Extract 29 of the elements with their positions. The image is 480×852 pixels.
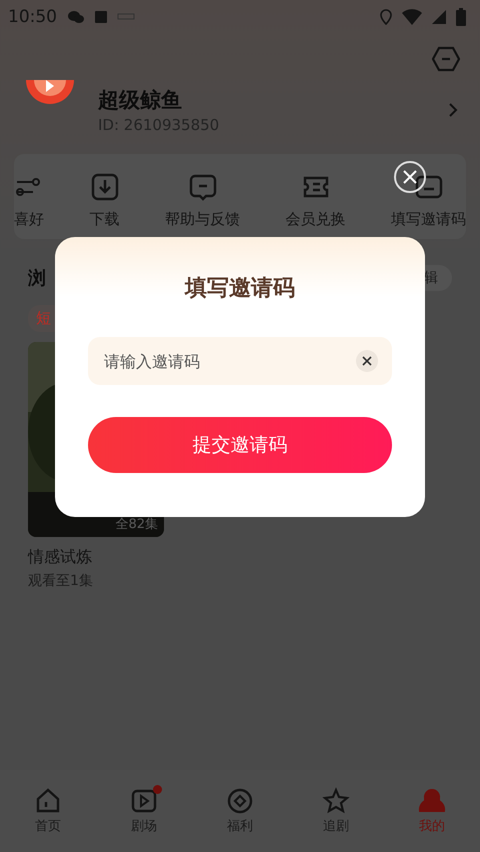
location-icon <box>380 9 392 25</box>
wifi-icon <box>402 9 422 25</box>
section-title: 浏 <box>28 267 46 290</box>
download-icon <box>90 172 120 202</box>
tab-item[interactable]: 我的 <box>384 770 480 852</box>
close-icon <box>401 168 419 186</box>
speech-bubble-icon <box>188 172 218 202</box>
shortcut-button[interactable]: 填写邀请码 <box>391 172 466 229</box>
episode-count: 全82集 <box>115 516 158 533</box>
star-icon <box>322 787 350 815</box>
submit-button[interactable]: 提交邀请码 <box>88 417 392 473</box>
status-time: 10:50 <box>8 7 57 27</box>
dialog-title: 填写邀请码 <box>185 275 295 303</box>
person-icon <box>418 787 446 815</box>
close-button[interactable] <box>394 161 426 193</box>
shortcut-button[interactable]: 下载 <box>90 172 120 229</box>
coin-icon <box>226 787 254 815</box>
invite-code-field[interactable]: 请输入邀请码 <box>88 337 392 385</box>
battery-icon <box>456 8 466 26</box>
signal-icon <box>432 10 446 24</box>
clear-icon <box>362 356 372 366</box>
user-name: 超级鲸鱼 <box>98 87 183 114</box>
home-icon <box>34 787 62 815</box>
play-icon <box>130 787 158 815</box>
chat-icon <box>67 10 85 24</box>
drama-title[interactable]: 情感试炼 <box>28 547 164 568</box>
shortcut-button[interactable]: 会员兑换 <box>286 172 346 229</box>
shortcut-button[interactable]: 帮助与反馈 <box>165 172 240 229</box>
shortcut-button[interactable]: 喜好 <box>14 172 44 229</box>
